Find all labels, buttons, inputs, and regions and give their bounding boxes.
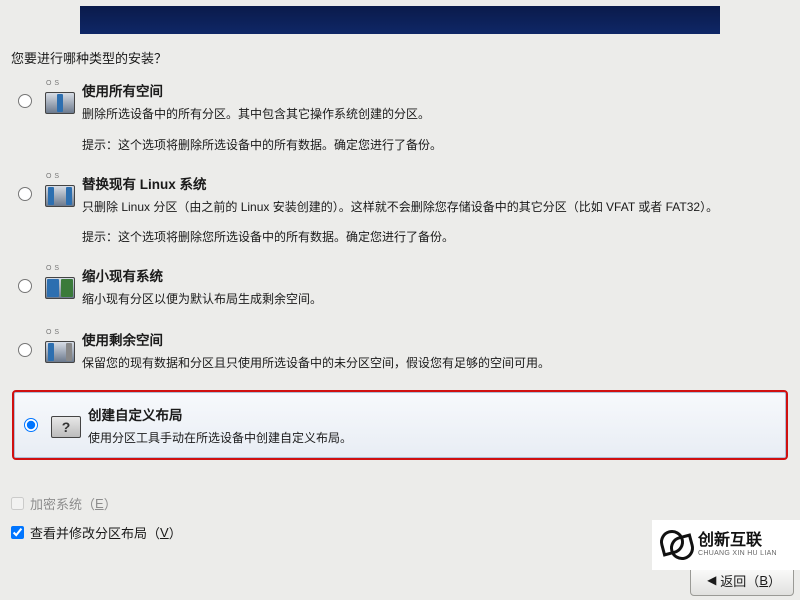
option-shrink[interactable]: O S 缩小现有系统 缩小现有分区以便为默认布局生成剩余空间。 xyxy=(12,259,788,323)
question-icon: ? xyxy=(51,416,81,438)
top-banner xyxy=(80,6,720,34)
option-replace-linux[interactable]: O S 替换现有 Linux 系统 只删除 Linux 分区（由之前的 Linu… xyxy=(12,167,788,260)
radio-free-space[interactable] xyxy=(18,343,32,357)
review-label-prefix: 查看并修改分区布局（ xyxy=(30,523,160,542)
disk-icon-shrink: O S xyxy=(43,265,77,299)
option-custom-layout[interactable]: ? 创建自定义布局 使用分区工具手动在所选设备中创建自定义布局。 xyxy=(18,398,782,452)
watermark-en: CHUANG XIN HU LIAN xyxy=(698,550,777,558)
option-title: 缩小现有系统 xyxy=(82,265,788,285)
back-label-key: B xyxy=(759,573,768,588)
option-title: 使用剩余空间 xyxy=(82,329,788,349)
arrow-left-icon: ◀ xyxy=(707,573,716,587)
review-layout-checkbox[interactable] xyxy=(11,526,24,539)
disk-icon-replace: O S xyxy=(43,173,77,207)
option-free-space[interactable]: O S 使用剩余空间 保留您的现有数据和分区且只使用所选设备中的未分区空间，假设… xyxy=(12,323,788,387)
option-use-all-space[interactable]: O S 使用所有空间 删除所选设备中的所有分区。其中包含其它操作系统创建的分区。… xyxy=(12,74,788,167)
back-label-prefix: 返回（ xyxy=(720,571,759,590)
encrypt-label-suffix: ） xyxy=(104,494,117,513)
option-desc: 使用分区工具手动在所选设备中创建自定义布局。 xyxy=(88,429,782,448)
encrypt-label-key: E xyxy=(95,496,104,511)
review-layout-row[interactable]: 查看并修改分区布局（V） xyxy=(11,523,182,542)
option-title: 创建自定义布局 xyxy=(88,404,782,424)
radio-shrink[interactable] xyxy=(18,279,32,293)
encrypt-system-checkbox xyxy=(11,497,24,510)
option-desc: 只删除 Linux 分区（由之前的 Linux 安装创建的）。这样就不会删除您存… xyxy=(82,198,788,217)
radio-use-all-space[interactable] xyxy=(18,94,32,108)
checkbox-area: 加密系统（E） 查看并修改分区布局（V） xyxy=(11,484,182,542)
option-hint: 提示：这个选项将删除所选设备中的所有数据。确定您进行了备份。 xyxy=(82,136,788,153)
option-title: 替换现有 Linux 系统 xyxy=(82,173,788,193)
option-desc: 保留您的现有数据和分区且只使用所选设备中的未分区空间，假设您有足够的空间可用。 xyxy=(82,354,788,373)
back-label-suffix: ） xyxy=(768,571,781,590)
disk-icon-use-all: O S xyxy=(43,80,77,114)
radio-custom-layout[interactable] xyxy=(24,418,38,432)
review-label-suffix: ） xyxy=(169,523,182,542)
disk-icon-free: O S xyxy=(43,329,77,363)
review-label-key: V xyxy=(160,525,169,540)
encrypt-system-row: 加密系统（E） xyxy=(11,494,182,513)
disk-icon-custom: ? xyxy=(49,404,83,438)
option-custom-layout-selected: ? 创建自定义布局 使用分区工具手动在所选设备中创建自定义布局。 xyxy=(12,390,788,460)
watermark-cn: 创新互联 xyxy=(698,532,777,550)
option-desc: 缩小现有分区以便为默认布局生成剩余空间。 xyxy=(82,290,788,309)
watermark: 创新互联 CHUANG XIN HU LIAN xyxy=(652,520,800,570)
encrypt-label-prefix: 加密系统（ xyxy=(30,494,95,513)
option-desc: 删除所选设备中的所有分区。其中包含其它操作系统创建的分区。 xyxy=(82,105,788,124)
radio-replace-linux[interactable] xyxy=(18,187,32,201)
install-type-prompt: 您要进行哪种类型的安装？ xyxy=(11,48,167,67)
option-title: 使用所有空间 xyxy=(82,80,788,100)
watermark-logo-icon xyxy=(660,528,694,562)
install-options-group: O S 使用所有空间 删除所选设备中的所有分区。其中包含其它操作系统创建的分区。… xyxy=(12,74,788,460)
option-hint: 提示：这个选项将删除您所选设备中的所有数据。确定您进行了备份。 xyxy=(82,228,788,245)
